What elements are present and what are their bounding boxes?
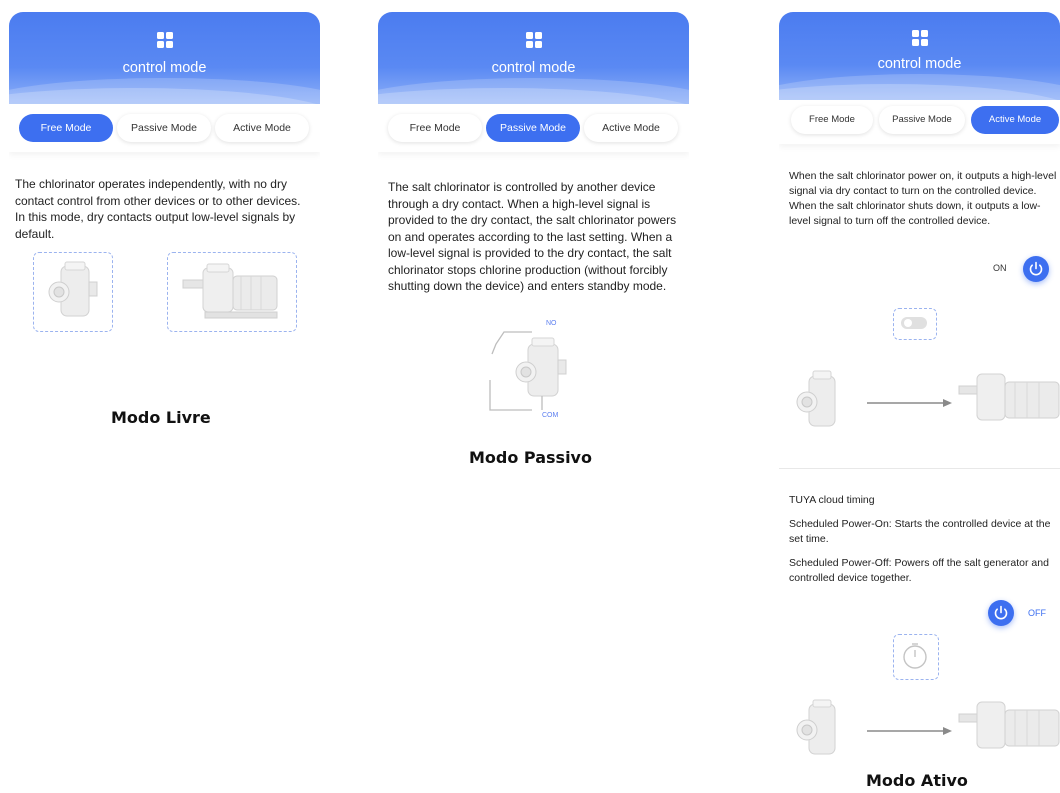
- mode-tabs: Free Mode Passive Mode Active Mode: [378, 104, 689, 152]
- power-state-label: OFF: [1028, 608, 1046, 618]
- chlorinator-device-icon: [796, 370, 836, 427]
- mode-description: The salt chlorinator is controlled by an…: [388, 180, 677, 293]
- panel-header: control mode: [779, 12, 1060, 100]
- page-title: control mode: [491, 60, 576, 76]
- grid-icon: [911, 30, 928, 46]
- toggle-icon: [901, 317, 927, 329]
- power-on-button[interactable]: [1023, 256, 1049, 282]
- tab-passive-mode[interactable]: Passive Mode: [117, 114, 211, 142]
- power-icon: [1029, 261, 1043, 276]
- pump-device-icon: [182, 263, 278, 319]
- power-off-button[interactable]: [988, 600, 1014, 626]
- mode-caption: Modo Passivo: [469, 448, 592, 467]
- mode-caption: Modo Livre: [111, 408, 211, 427]
- tab-active-mode[interactable]: Active Mode: [971, 106, 1059, 134]
- tab-free-mode[interactable]: Free Mode: [791, 106, 873, 134]
- com-terminal-label: COM: [542, 412, 559, 419]
- tab-free-mode[interactable]: Free Mode: [388, 114, 482, 142]
- timer-icon: [903, 643, 927, 669]
- passive-mode-panel: control mode Free Mode Passive Mode Acti…: [378, 12, 689, 444]
- page-title: control mode: [877, 56, 962, 72]
- mode-caption: Modo Ativo: [866, 771, 968, 790]
- chlorinator-device-icon: [796, 699, 836, 755]
- cloud-timing-title: TUYA cloud timing: [789, 494, 875, 506]
- scheduled-off-text: Scheduled Power-Off: Powers off the salt…: [789, 557, 1049, 584]
- tab-passive-mode[interactable]: Passive Mode: [879, 106, 965, 134]
- scheduled-on-text: Scheduled Power-On: Starts the controlle…: [789, 518, 1051, 545]
- arrow-right-icon: [867, 399, 952, 407]
- tab-active-mode[interactable]: Active Mode: [584, 114, 678, 142]
- mode-tabs: Free Mode Passive Mode Active Mode: [779, 100, 1060, 144]
- page-title: control mode: [122, 60, 207, 76]
- tab-free-mode[interactable]: Free Mode: [19, 114, 113, 142]
- free-mode-panel: control mode Free Mode Passive Mode Acti…: [9, 12, 320, 357]
- tab-active-mode[interactable]: Active Mode: [215, 114, 309, 142]
- mode-description: The chlorinator operates independently, …: [15, 177, 301, 241]
- panel-header: control mode: [9, 12, 320, 104]
- tab-passive-mode[interactable]: Passive Mode: [486, 114, 580, 142]
- pump-device-icon: [958, 701, 1060, 749]
- arrow-right-icon: [867, 727, 952, 735]
- no-terminal-label: NO: [546, 320, 557, 327]
- power-state-label: ON: [993, 263, 1007, 273]
- mode-description: When the salt chlorinator power on, it o…: [789, 170, 1057, 227]
- chlorinator-device-icon: [48, 261, 98, 317]
- grid-icon: [156, 32, 173, 48]
- active-mode-panel: control mode Free Mode Passive Mode Acti…: [779, 12, 1060, 777]
- pump-device-icon: [958, 373, 1060, 421]
- panel-header: control mode: [378, 12, 689, 104]
- power-icon: [994, 605, 1008, 620]
- grid-icon: [525, 32, 542, 48]
- section-divider: [779, 468, 1060, 469]
- mode-tabs: Free Mode Passive Mode Active Mode: [9, 104, 320, 152]
- dry-contact-wiring-diagram: [489, 331, 567, 411]
